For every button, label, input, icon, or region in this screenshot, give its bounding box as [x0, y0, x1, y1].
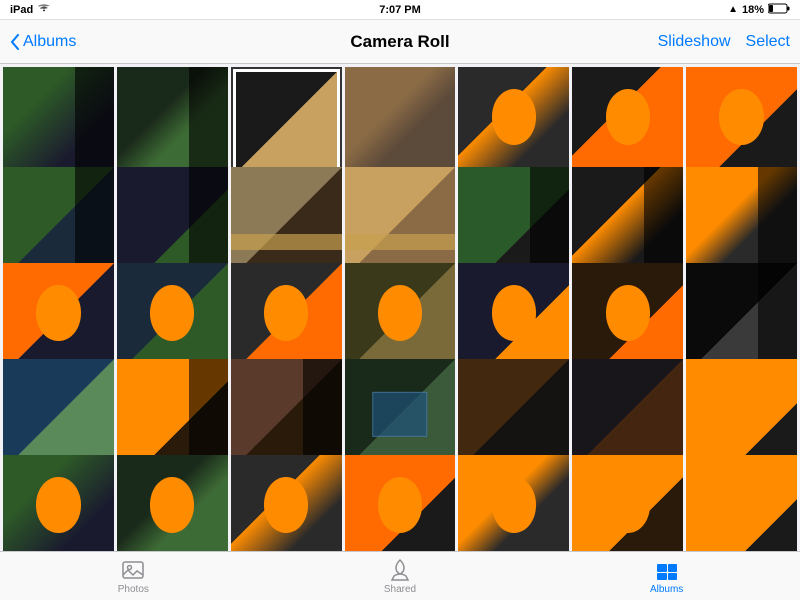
- photo-thumb[interactable]: [345, 263, 456, 374]
- photo-thumb[interactable]: [572, 67, 683, 178]
- photo-thumb[interactable]: [117, 359, 228, 470]
- tab-albums-label: Albums: [650, 584, 683, 595]
- photo-thumb[interactable]: [345, 359, 456, 470]
- photo-thumb[interactable]: [231, 263, 342, 374]
- photo-thumb[interactable]: [345, 67, 456, 178]
- photo-thumb[interactable]: [345, 455, 456, 551]
- page-title: Camera Roll: [350, 32, 449, 52]
- back-button[interactable]: Albums: [10, 33, 76, 51]
- photo-thumb[interactable]: [572, 167, 683, 278]
- photo-thumb[interactable]: [458, 455, 569, 551]
- nav-bar: Albums Camera Roll Slideshow Select: [0, 20, 800, 64]
- photo-thumb[interactable]: [572, 263, 683, 374]
- photo-thumb[interactable]: [231, 455, 342, 551]
- photo-grid: [0, 64, 800, 551]
- photo-thumb[interactable]: [458, 359, 569, 470]
- tab-bar: Photos Shared Albums: [0, 551, 800, 600]
- slideshow-button[interactable]: Slideshow: [658, 33, 731, 51]
- status-left: iPad: [10, 3, 51, 16]
- photo-thumb[interactable]: [231, 167, 342, 278]
- photo-thumb[interactable]: [117, 263, 228, 374]
- photo-thumb[interactable]: [231, 67, 342, 178]
- nav-actions: Slideshow Select: [658, 33, 790, 51]
- photo-thumb[interactable]: [3, 167, 114, 278]
- battery-icon: [768, 3, 790, 17]
- photo-thumb[interactable]: [117, 67, 228, 178]
- photo-thumb[interactable]: [3, 455, 114, 551]
- status-right: ▲ 18%: [728, 3, 790, 17]
- photo-thumb[interactable]: [231, 359, 342, 470]
- photo-thumb[interactable]: [458, 167, 569, 278]
- photo-thumb[interactable]: [686, 263, 797, 374]
- photo-thumb[interactable]: [117, 455, 228, 551]
- tab-photos[interactable]: Photos: [93, 558, 173, 595]
- photo-thumb[interactable]: [3, 263, 114, 374]
- tab-shared-label: Shared: [384, 584, 416, 595]
- photo-thumb[interactable]: [572, 359, 683, 470]
- photo-thumb[interactable]: [3, 359, 114, 470]
- photo-thumb[interactable]: [686, 167, 797, 278]
- status-bar: iPad 7:07 PM ▲ 18%: [0, 0, 800, 20]
- photo-thumb[interactable]: [686, 455, 797, 551]
- ipad-label: iPad: [10, 4, 33, 16]
- photo-thumb[interactable]: [345, 167, 456, 278]
- wifi-icon: [37, 3, 51, 16]
- photo-thumb[interactable]: [686, 67, 797, 178]
- photo-thumb[interactable]: [458, 67, 569, 178]
- photo-thumb[interactable]: [117, 167, 228, 278]
- battery-percent: 18%: [742, 4, 764, 16]
- photo-thumb[interactable]: [686, 359, 797, 470]
- tab-albums[interactable]: Albums: [627, 558, 707, 595]
- signal-icon: ▲: [728, 4, 738, 15]
- tab-photos-label: Photos: [118, 584, 149, 595]
- select-button[interactable]: Select: [746, 33, 790, 51]
- photo-thumb[interactable]: [458, 263, 569, 374]
- photo-thumb[interactable]: [3, 67, 114, 178]
- status-time: 7:07 PM: [379, 4, 421, 16]
- back-label: Albums: [23, 33, 76, 51]
- photo-thumb[interactable]: [572, 455, 683, 551]
- tab-shared[interactable]: Shared: [360, 558, 440, 595]
